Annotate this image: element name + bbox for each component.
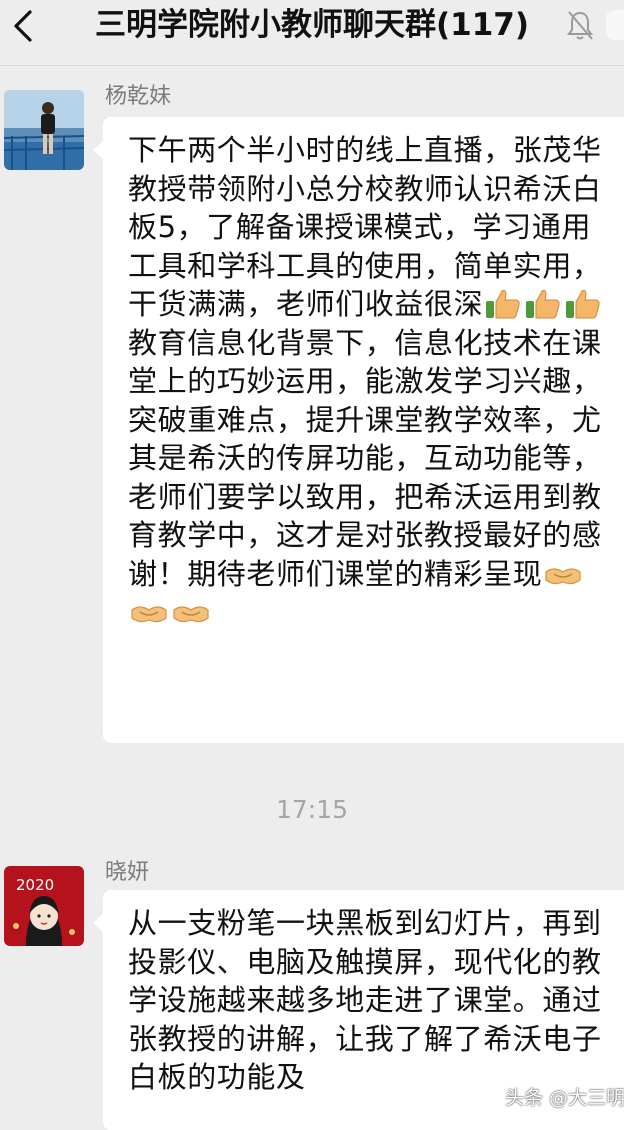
- avatar[interactable]: 2020: [4, 866, 84, 946]
- thumbs-up-icon: [486, 289, 520, 319]
- illustrated-avatar: 2020: [4, 866, 84, 946]
- message-bubble[interactable]: 下午两个半小时的线上直播，张茂华教授带领附小总分校教师认识希沃白板5，了解备课授…: [93, 117, 624, 743]
- handshake-icon: [131, 606, 167, 623]
- more-menu-button[interactable]: [606, 10, 624, 40]
- sender-name: 晓妍: [105, 860, 150, 885]
- thumbs-up-icon: [526, 289, 560, 319]
- handshake-icon: [173, 606, 209, 623]
- photo-avatar: [4, 90, 84, 170]
- chat-header: 三明学院附小教师聊天群(117): [0, 0, 624, 66]
- thumbs-up-icon: [566, 289, 600, 319]
- message-text: 从一支粉笔一块黑板到幻灯片，再到投影仪、电脑及触摸屏，现代化的教学设施越来越多地…: [128, 906, 602, 1094]
- message-text-continued: 教育信息化背景下，信息化技术在课堂上的巧妙运用，能激发学习兴趣，突破重难点，提升…: [128, 325, 602, 591]
- avatar-year-text: 2020: [16, 876, 54, 894]
- bell-muted-icon: [567, 11, 593, 40]
- avatar[interactable]: [4, 90, 84, 170]
- chat-title: 三明学院附小教师聊天群(117): [94, 7, 530, 43]
- sender-name: 杨乾妹: [105, 84, 172, 109]
- message-timestamp: 17:15: [275, 795, 349, 824]
- watermark: 头条 @大三明: [505, 1087, 624, 1109]
- handshake-icon: [545, 567, 582, 584]
